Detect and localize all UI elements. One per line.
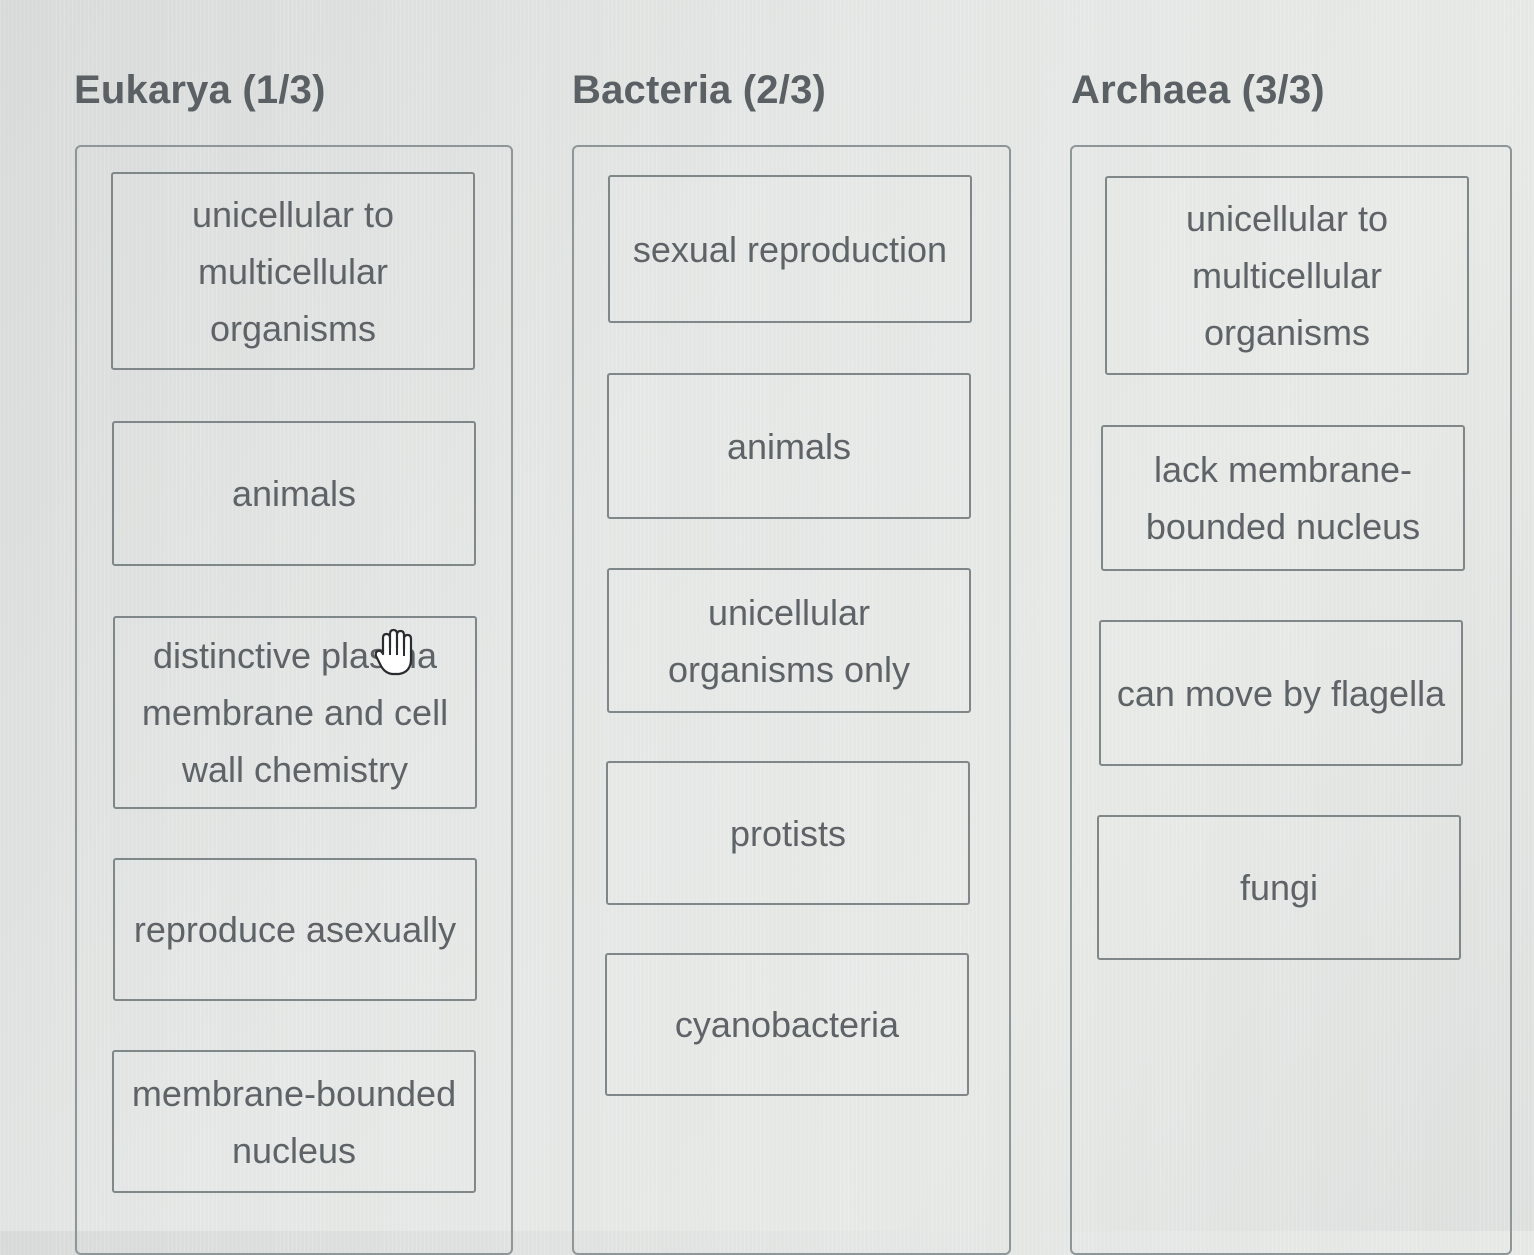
- card-label: fungi: [1239, 867, 1319, 908]
- card-label: protists: [729, 812, 847, 854]
- card-bacteria-1[interactable]: sexual reproduction: [608, 175, 972, 323]
- heading-bacteria: Bacteria (2/3): [572, 68, 827, 112]
- card-bacteria-4[interactable]: protists: [606, 761, 970, 905]
- card-bacteria-5[interactable]: cyanobacteria: [605, 953, 969, 1096]
- card-eukarya-3[interactable]: distinctive plasma membrane and cell wal…: [113, 616, 477, 809]
- card-eukarya-2[interactable]: animals: [112, 421, 476, 566]
- card-label: reproduce asexually: [133, 909, 457, 950]
- card-label: sexual reproduction: [632, 228, 948, 270]
- card-archaea-3[interactable]: can move by flagella: [1099, 620, 1463, 766]
- card-eukarya-5[interactable]: membrane-bounded nucleus: [112, 1050, 476, 1193]
- card-archaea-1[interactable]: unicellular to multicellular organisms: [1105, 176, 1469, 375]
- card-label: membrane-bounded nucleus: [131, 1072, 457, 1171]
- heading-archaea: Archaea (3/3): [1071, 68, 1325, 112]
- card-label: unicellular to multicellular organisms: [1185, 198, 1389, 353]
- card-label: unicellular to multicellular organisms: [191, 193, 395, 349]
- card-label: animals: [726, 425, 852, 467]
- card-bacteria-3[interactable]: unicellular organisms only: [607, 568, 971, 713]
- card-archaea-4[interactable]: fungi: [1097, 815, 1461, 960]
- card-label: cyanobacteria: [674, 1004, 900, 1045]
- hand-grab-icon: [374, 628, 416, 678]
- card-eukarya-1[interactable]: unicellular to multicellular organisms: [111, 172, 475, 370]
- card-label: animals: [231, 473, 357, 514]
- card-label: can move by flagella: [1116, 672, 1446, 714]
- card-bacteria-2[interactable]: animals: [607, 373, 971, 519]
- card-archaea-2[interactable]: lack membrane-bounded nucleus: [1101, 425, 1465, 571]
- card-label: lack membrane-bounded nucleus: [1145, 449, 1421, 547]
- card-label: unicellular organisms only: [667, 591, 911, 690]
- card-eukarya-4[interactable]: reproduce asexually: [113, 858, 477, 1001]
- heading-eukarya: Eukarya (1/3): [74, 68, 326, 112]
